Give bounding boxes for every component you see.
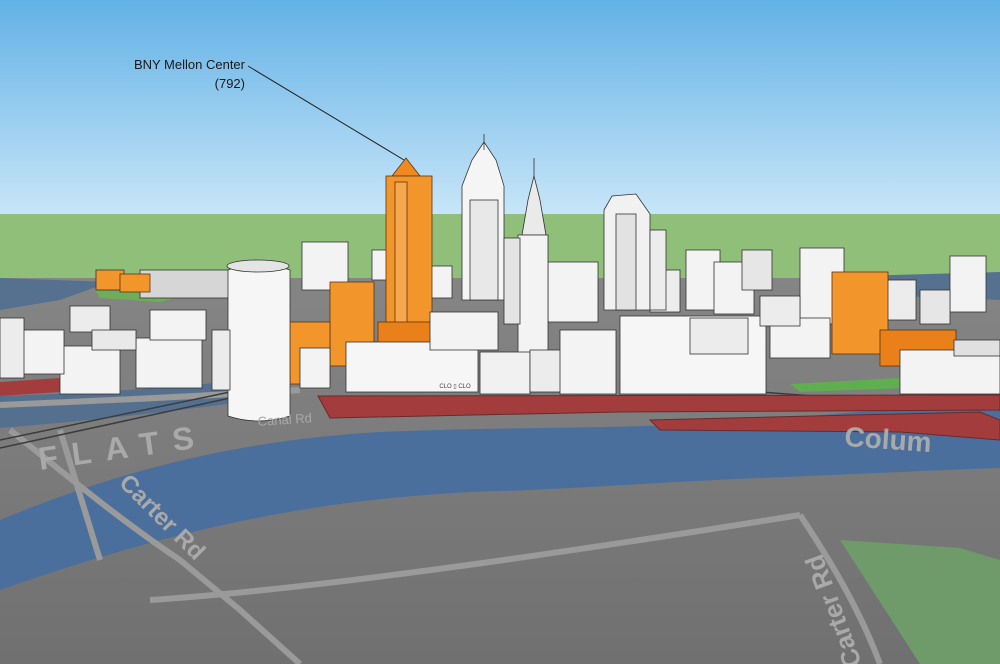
callout-building-height: (792) xyxy=(214,76,245,91)
building-signage: CLO ▯ CLO xyxy=(439,384,471,390)
city-scene: CLO ▯ CLO FLATS Carter Rd Canal Rd Carte… xyxy=(0,0,1000,664)
bny-mellon-center xyxy=(377,157,437,345)
3d-city-model-view: CLO ▯ CLO FLATS Carter Rd Canal Rd Carte… xyxy=(0,0,1000,664)
map-label-columbus: Colum xyxy=(844,421,933,458)
building-callout: BNY Mellon Center (792) xyxy=(108,55,245,93)
callout-building-name: BNY Mellon Center xyxy=(133,57,245,72)
